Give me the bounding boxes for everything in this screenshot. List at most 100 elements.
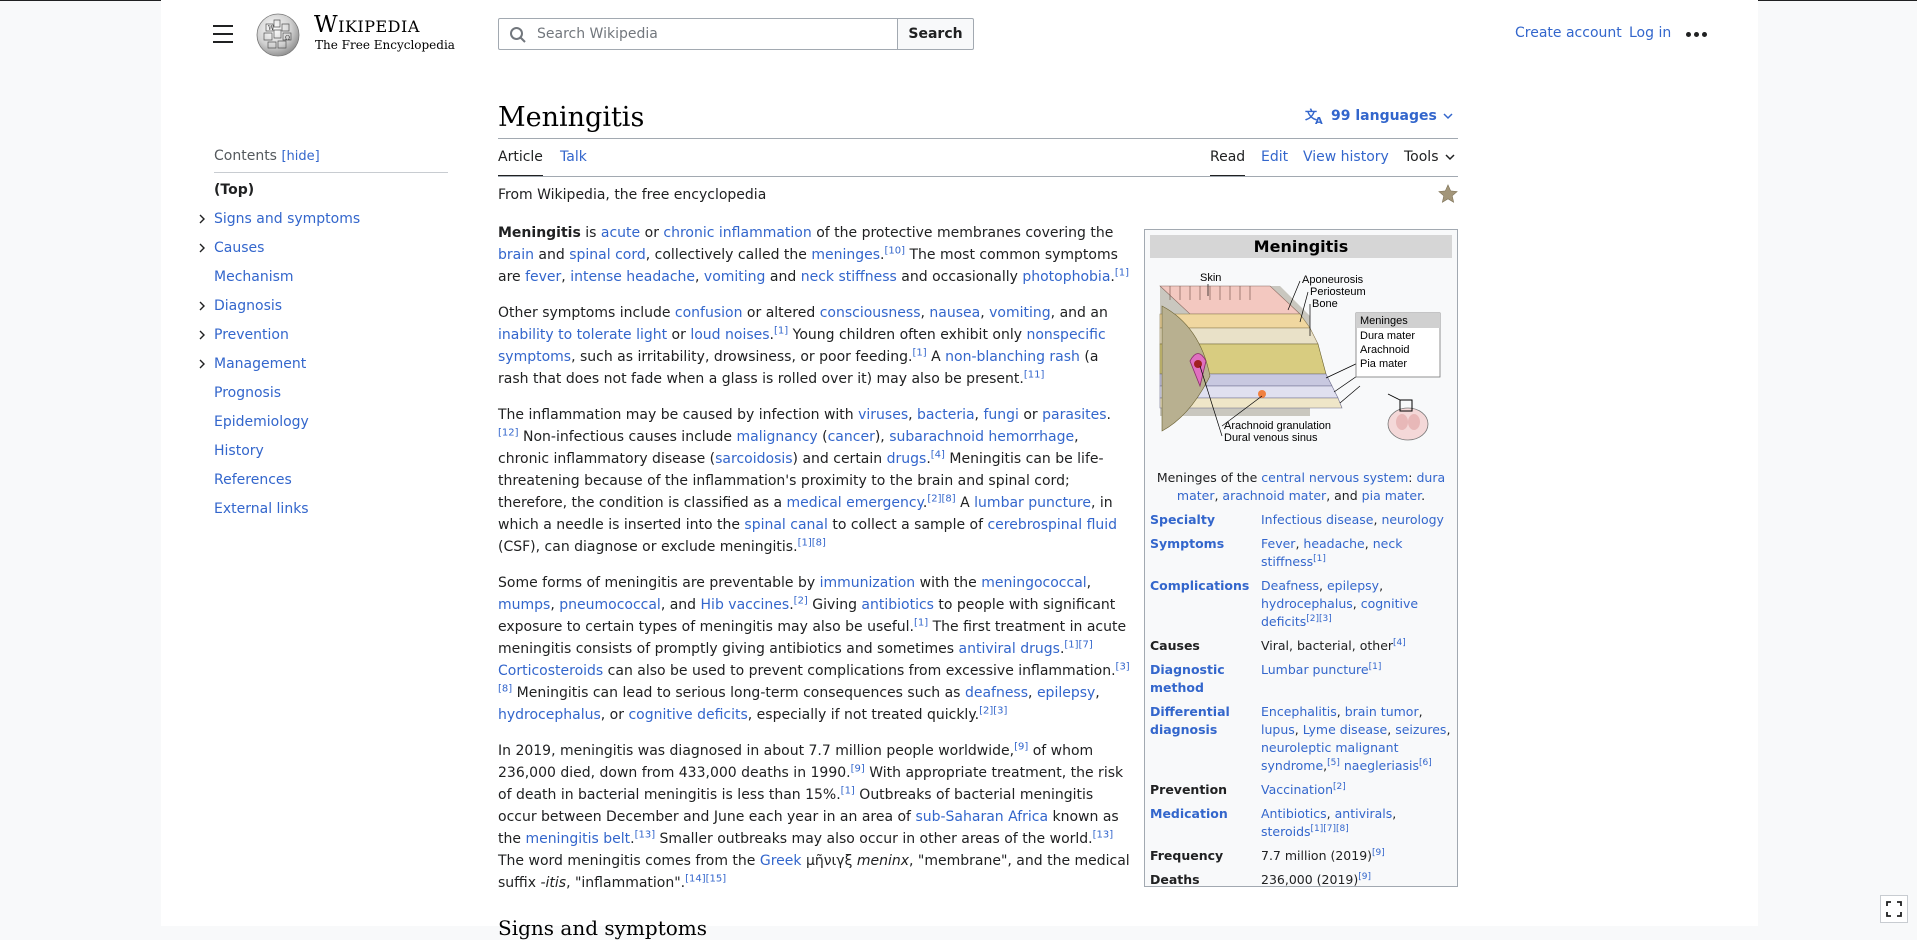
link[interactable]: Corticosteroids	[498, 663, 603, 679]
link[interactable]: epilepsy	[1037, 685, 1095, 701]
link[interactable]: consciousness	[820, 305, 921, 321]
toc-item-causes[interactable]: Causes	[196, 234, 456, 263]
link[interactable]: meninges	[811, 247, 880, 263]
toc-item-label[interactable]: Prognosis	[214, 385, 281, 401]
tab-edit[interactable]: Edit	[1261, 149, 1288, 177]
link[interactable]: neck stiffness	[801, 269, 897, 285]
link[interactable]: Deafness	[1261, 578, 1319, 593]
link[interactable]: Antibiotics	[1261, 806, 1327, 821]
toc-item-label[interactable]: History	[214, 443, 264, 459]
search-input[interactable]	[535, 19, 891, 49]
link[interactable]: hydrocephalus	[498, 707, 601, 723]
link[interactable]: Greek	[760, 853, 802, 869]
chevron-right-icon[interactable]	[197, 359, 207, 369]
link[interactable]: acute	[601, 225, 640, 241]
good-article-star-icon[interactable]	[1437, 183, 1459, 205]
link[interactable]: lumbar puncture	[974, 495, 1091, 511]
tools-menu[interactable]: Tools	[1404, 149, 1455, 165]
link[interactable]: pneumococcal	[559, 597, 661, 613]
link[interactable]: antivirals	[1335, 806, 1393, 821]
toc-item-external-links[interactable]: External links	[196, 495, 456, 524]
link[interactable]: bacteria	[917, 407, 975, 423]
create-account-link[interactable]: Create account	[1515, 25, 1622, 41]
fullscreen-toggle-icon[interactable]	[1880, 895, 1908, 923]
link[interactable]: vomiting	[704, 269, 766, 285]
link[interactable]: seizures	[1395, 722, 1446, 737]
link[interactable]: brain tumor	[1345, 704, 1419, 719]
link[interactable]: medical emergency	[787, 495, 923, 511]
link[interactable]: meningitis belt	[525, 831, 630, 847]
toc-item-prognosis[interactable]: Prognosis	[196, 379, 456, 408]
link[interactable]: arachnoid mater	[1222, 488, 1326, 503]
link[interactable]: spinal cord	[569, 247, 646, 263]
chevron-right-icon[interactable]	[197, 243, 207, 253]
more-options-icon[interactable]	[1683, 22, 1709, 46]
toc-item-management[interactable]: Management	[196, 350, 456, 379]
toc-hide-button[interactable]: [hide]	[281, 149, 319, 164]
link[interactable]: Lumbar puncture	[1261, 662, 1369, 677]
chevron-right-icon[interactable]	[197, 214, 207, 224]
link[interactable]: parasites	[1042, 407, 1106, 423]
link[interactable]: photophobia	[1022, 269, 1110, 285]
link[interactable]: sub-Saharan Africa	[915, 809, 1048, 825]
wikipedia-globe-icon[interactable]: W Ω	[252, 10, 304, 58]
link[interactable]: spinal canal	[744, 517, 827, 533]
link[interactable]: brain	[498, 247, 534, 263]
link[interactable]: antibiotics	[861, 597, 934, 613]
tab-article[interactable]: Article	[498, 149, 543, 177]
link[interactable]: mumps	[498, 597, 550, 613]
link[interactable]: inflammation	[719, 225, 812, 241]
link[interactable]: meningococcal	[981, 575, 1086, 591]
link[interactable]: nausea	[929, 305, 980, 321]
infobox-label[interactable]: Differential diagnosis	[1150, 703, 1261, 775]
log-in-link[interactable]: Log in	[1629, 25, 1671, 41]
link[interactable]: lupus	[1261, 722, 1295, 737]
link[interactable]: immunization	[820, 575, 916, 591]
toc-item-label[interactable]: References	[214, 472, 292, 488]
link[interactable]: naegleriasis	[1344, 758, 1419, 773]
language-button[interactable]: 文 A 99 languages	[1305, 107, 1453, 125]
link[interactable]: deafness	[965, 685, 1028, 701]
link[interactable]: intense headache	[570, 269, 695, 285]
link[interactable]: vomiting	[989, 305, 1051, 321]
tab-view-history[interactable]: View history	[1303, 149, 1389, 177]
toc-item-label[interactable]: Diagnosis	[214, 298, 282, 314]
link[interactable]: Fever	[1261, 536, 1295, 551]
toc-item-signs-and-symptoms[interactable]: Signs and symptoms	[196, 205, 456, 234]
link[interactable]: Lyme disease	[1303, 722, 1388, 737]
toc-item-label[interactable]: Prevention	[214, 327, 289, 343]
main-menu-button[interactable]	[210, 22, 236, 46]
link[interactable]: fever	[525, 269, 561, 285]
link[interactable]: Infectious disease	[1261, 512, 1373, 527]
link[interactable]: sarcoidosis	[715, 451, 792, 467]
infobox-label[interactable]: Symptoms	[1150, 535, 1261, 571]
link[interactable]: malignancy	[736, 429, 817, 445]
link[interactable]: Hib vaccines	[701, 597, 790, 613]
chevron-right-icon[interactable]	[197, 330, 207, 340]
link[interactable]: pia mater	[1362, 488, 1421, 503]
link[interactable]: non-blanching rash	[945, 349, 1080, 365]
link[interactable]: viruses	[858, 407, 908, 423]
toc-item-label[interactable]: External links	[214, 501, 309, 517]
toc-item-label[interactable]: Mechanism	[214, 269, 294, 285]
link[interactable]: confusion	[675, 305, 743, 321]
search-button[interactable]: Search	[897, 18, 974, 50]
tab-talk[interactable]: Talk	[560, 149, 587, 177]
link[interactable]: loud noises	[690, 327, 769, 343]
toc-item-top[interactable]: (Top)	[196, 176, 456, 205]
link[interactable]: steroids	[1261, 824, 1311, 839]
chevron-right-icon[interactable]	[197, 301, 207, 311]
link[interactable]: Vaccination	[1261, 782, 1333, 797]
link[interactable]: Encephalitis	[1261, 704, 1337, 719]
link[interactable]: epilepsy	[1327, 578, 1379, 593]
toc-item-mechanism[interactable]: Mechanism	[196, 263, 456, 292]
link[interactable]: cerebrospinal fluid	[987, 517, 1117, 533]
toc-item-diagnosis[interactable]: Diagnosis	[196, 292, 456, 321]
link[interactable]: neurology	[1381, 512, 1444, 527]
meninges-diagram[interactable]: Skin Aponeurosis Periosteum Bone Meninge…	[1150, 266, 1452, 458]
wordmark[interactable]: Wikipedia	[314, 12, 420, 38]
link[interactable]: cognitive deficits	[628, 707, 747, 723]
toc-item-label[interactable]: Causes	[214, 240, 264, 256]
toc-item-epidemiology[interactable]: Epidemiology	[196, 408, 456, 437]
link[interactable]: cancer	[828, 429, 875, 445]
